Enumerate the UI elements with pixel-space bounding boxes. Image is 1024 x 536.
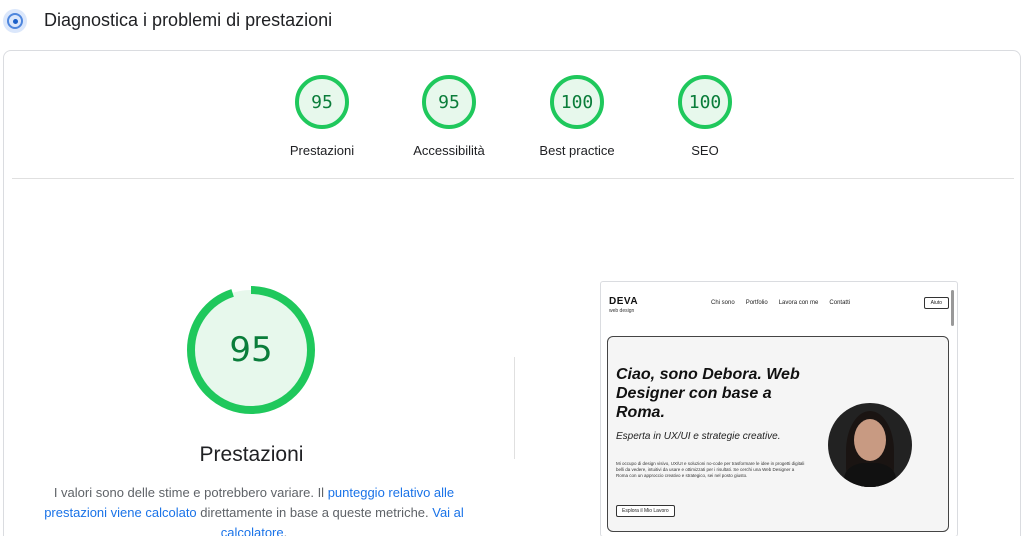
preview-hero-button: Esplora il Mio Lavoro bbox=[616, 505, 675, 517]
gauge-accessibility[interactable]: 95 Accessibilità bbox=[394, 75, 504, 158]
gauge-ring: 95 bbox=[295, 75, 349, 129]
preview-scrollbar bbox=[951, 290, 954, 326]
description-text: I valori sono delle stime e potrebbero v… bbox=[53, 485, 328, 500]
preview-nav: DEVA web design Chi sono Portfolio Lavor… bbox=[601, 282, 957, 326]
preview-avatar bbox=[828, 403, 912, 487]
description-text: direttamente in base a queste metriche. bbox=[196, 505, 433, 520]
preview-nav-item: Chi sono bbox=[711, 300, 735, 306]
preview-hero-text: Mi occupo di design visivo, UX/UI e solu… bbox=[616, 461, 805, 478]
lighthouse-icon bbox=[3, 9, 27, 33]
score-description: I valori sono delle stime e potrebbero v… bbox=[34, 483, 474, 536]
gauge-value: 100 bbox=[688, 91, 722, 113]
gauge-ring: 95 bbox=[422, 75, 476, 129]
page-title: Diagnostica i problemi di prestazioni bbox=[44, 10, 333, 30]
gauge-label: Accessibilità bbox=[413, 143, 485, 158]
report-card: 95 Prestazioni 95 Accessibilità 100 Best… bbox=[3, 50, 1021, 536]
gauge-label: SEO bbox=[691, 143, 719, 158]
preview-nav-item: Contatti bbox=[829, 300, 851, 306]
performance-score-gauge: 95 bbox=[186, 285, 316, 415]
score-gauges: 95 Prestazioni 95 Accessibilità 100 Best… bbox=[4, 75, 1020, 165]
gauge-label: Prestazioni bbox=[289, 143, 355, 158]
preview-hero-title: Ciao, sono Debora. Web Designer con base… bbox=[616, 366, 800, 421]
gauge-label: Best practice bbox=[539, 143, 615, 158]
divider bbox=[12, 178, 1014, 179]
gauge-performance[interactable]: 95 Prestazioni bbox=[267, 75, 377, 158]
preview-logo: DEVA bbox=[609, 296, 639, 307]
gauge-best-practices[interactable]: 100 Best practice bbox=[522, 75, 632, 158]
gauge-ring: 100 bbox=[550, 75, 604, 129]
preview-nav-item: Lavora con me bbox=[778, 300, 819, 306]
preview-hero: Ciao, sono Debora. Web Designer con base… bbox=[607, 336, 949, 532]
category-title: Prestazioni bbox=[199, 443, 304, 466]
preview-hero-subtitle: Esperta in UX/UI e strategie creative. bbox=[616, 431, 781, 442]
gauge-value: 100 bbox=[560, 91, 594, 113]
preview-nav-links: Chi sono Portfolio Lavora con me Contatt… bbox=[711, 300, 850, 306]
preview-help-button: Aiuto bbox=[923, 297, 949, 309]
gauge-value: 95 bbox=[438, 91, 460, 113]
preview-nav-item: Portfolio bbox=[745, 300, 768, 306]
performance-score: 95 bbox=[229, 330, 273, 370]
preview-logo-subtitle: web design bbox=[609, 308, 635, 314]
vertical-divider bbox=[514, 357, 515, 459]
gauge-ring: 100 bbox=[678, 75, 732, 129]
gauge-seo[interactable]: 100 SEO bbox=[650, 75, 760, 158]
description-text: . bbox=[283, 525, 288, 536]
header: Diagnostica i problemi di prestazioni bbox=[0, 0, 1024, 44]
page-screenshot: DEVA web design Chi sono Portfolio Lavor… bbox=[600, 281, 958, 536]
gauge-value: 95 bbox=[311, 91, 333, 113]
